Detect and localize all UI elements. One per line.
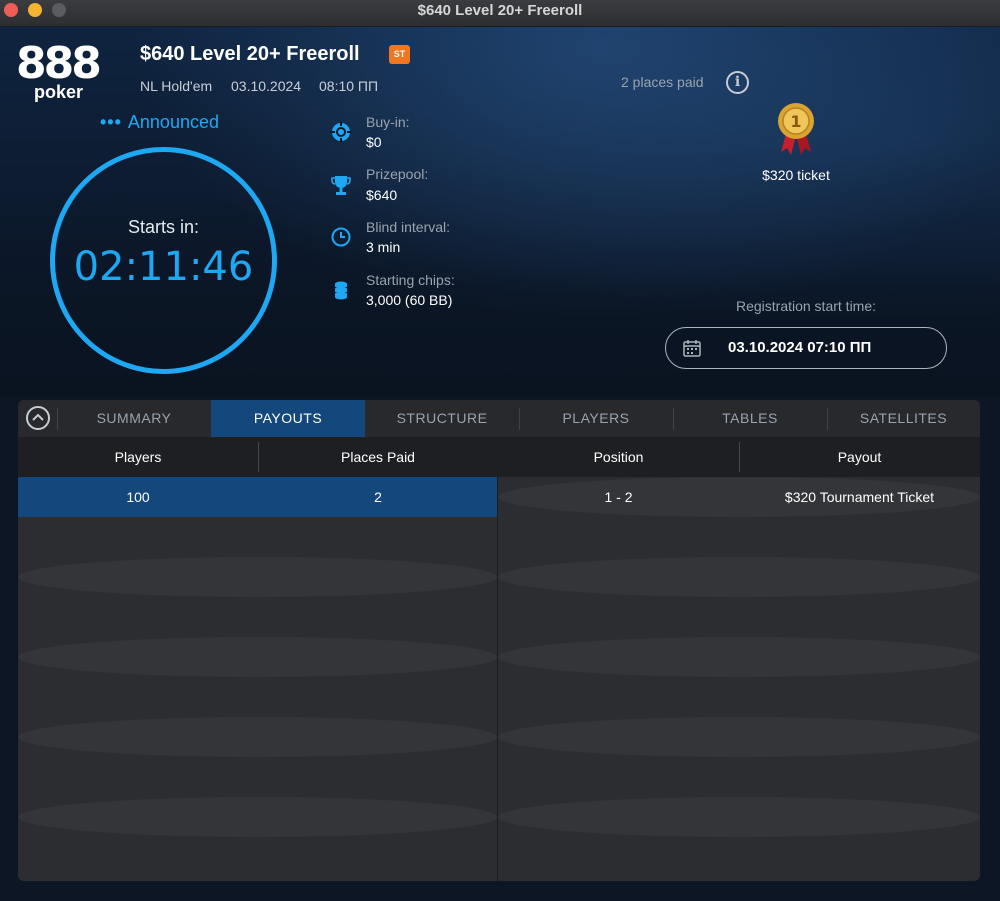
gold-medal-icon: 1 — [778, 103, 814, 155]
starts-in-label: Starts in: — [127, 217, 200, 237]
column-separator — [258, 442, 259, 472]
countdown-timer: 02:11:46 — [73, 244, 254, 290]
close-window-button[interactable] — [4, 3, 18, 17]
tab-payouts[interactable]: PAYOUTS — [211, 400, 365, 437]
empty-row — [18, 557, 497, 597]
game-type: NL Hold'em — [140, 78, 213, 94]
status-text: Announced — [127, 112, 219, 132]
info-icon[interactable]: i — [726, 71, 749, 94]
position-cell: 1 - 2 — [604, 489, 633, 505]
tournament-title: $640 Level 20+ Freeroll — [140, 43, 360, 65]
table-row[interactable]: 100 2 — [18, 477, 497, 517]
tab-summary[interactable]: SUMMARY — [57, 400, 211, 437]
empty-row — [18, 637, 497, 677]
registration-start-value: 03.10.2024 07:10 ПП — [728, 339, 872, 356]
empty-row — [18, 717, 497, 757]
empty-row — [498, 517, 980, 557]
empty-row — [498, 797, 980, 837]
column-header-payout[interactable]: Payout — [739, 437, 980, 477]
empty-row — [18, 677, 497, 717]
empty-row — [18, 837, 497, 877]
medal-number: 1 — [790, 112, 801, 131]
minimize-window-button[interactable] — [28, 3, 42, 17]
empty-row — [18, 517, 497, 557]
empty-row — [498, 717, 980, 757]
payout-cell: $320 Tournament Ticket — [784, 489, 935, 505]
tab-tables[interactable]: TABLES — [673, 400, 827, 437]
logo-digits: 888 — [16, 38, 102, 89]
column-separator — [739, 442, 740, 472]
empty-row — [18, 757, 497, 797]
starting-chips-value: 3,000 (60 BB) — [366, 292, 453, 308]
column-header-places-paid[interactable]: Places Paid — [258, 437, 498, 477]
column-header-position[interactable]: Position — [498, 437, 739, 477]
tab-players[interactable]: PLAYERS — [519, 400, 673, 437]
window-title: $640 Level 20+ Freeroll — [417, 2, 583, 19]
empty-row — [498, 597, 980, 637]
buy-in-label: Buy-in: — [366, 114, 410, 130]
blind-interval-label: Blind interval: — [366, 219, 451, 235]
buy-in-value: $0 — [366, 134, 382, 150]
window-controls — [4, 3, 66, 19]
registration-start-field: 03.10.2024 07:10 ПП — [665, 327, 947, 369]
table-row[interactable]: 1 - 2 $320 Tournament Ticket — [498, 477, 980, 517]
chevron-up-icon — [32, 413, 44, 421]
empty-row — [498, 677, 980, 717]
players-cell: 100 — [126, 489, 150, 505]
chip-stack-icon — [335, 281, 347, 300]
empty-row — [18, 797, 497, 837]
table-divider — [497, 477, 498, 881]
places-paid-text: 2 places paid — [621, 74, 704, 90]
tournament-details-panel: SUMMARY PAYOUTS STRUCTURE PLAYERS TABLES… — [18, 400, 980, 881]
tab-bar: SUMMARY PAYOUTS STRUCTURE PLAYERS TABLES… — [18, 400, 980, 437]
status-dots-icon: ••• — [100, 112, 122, 132]
tab-satellites[interactable]: SATELLITES — [827, 400, 980, 437]
calendar-icon — [683, 340, 701, 357]
first-prize-label: $320 ticket — [762, 167, 830, 183]
tournament-type-badge: ST — [389, 45, 410, 64]
empty-row — [498, 757, 980, 797]
trophy-icon — [331, 176, 351, 195]
status-badge: ••• Announced — [100, 112, 219, 133]
window-titlebar: $640 Level 20+ Freeroll — [0, 0, 1000, 27]
column-header-players[interactable]: Players — [18, 437, 258, 477]
starting-chips-label: Starting chips: — [366, 272, 455, 288]
clock-icon — [331, 227, 351, 247]
empty-row — [498, 557, 980, 597]
888poker-logo: 888 poker — [16, 38, 102, 104]
registration-start-label: Registration start time: — [735, 298, 877, 314]
prizepool-value: $640 — [366, 187, 398, 203]
collapse-button[interactable] — [18, 400, 57, 437]
tournament-date: 03.10.2024 — [231, 78, 302, 94]
payouts-table-header: Players Places Paid Position Payout — [18, 437, 980, 477]
zoom-window-button[interactable] — [52, 3, 66, 17]
tournament-time: 08:10 ПП — [319, 78, 379, 94]
places-paid-cell: 2 — [374, 489, 382, 505]
empty-row — [498, 837, 980, 877]
tab-structure[interactable]: STRUCTURE — [365, 400, 519, 437]
prizepool-label: Prizepool: — [366, 166, 429, 182]
logo-word: poker — [34, 82, 84, 102]
empty-row — [498, 637, 980, 677]
empty-row — [18, 597, 497, 637]
blind-interval-value: 3 min — [366, 239, 401, 255]
poker-chip-icon — [331, 122, 351, 142]
